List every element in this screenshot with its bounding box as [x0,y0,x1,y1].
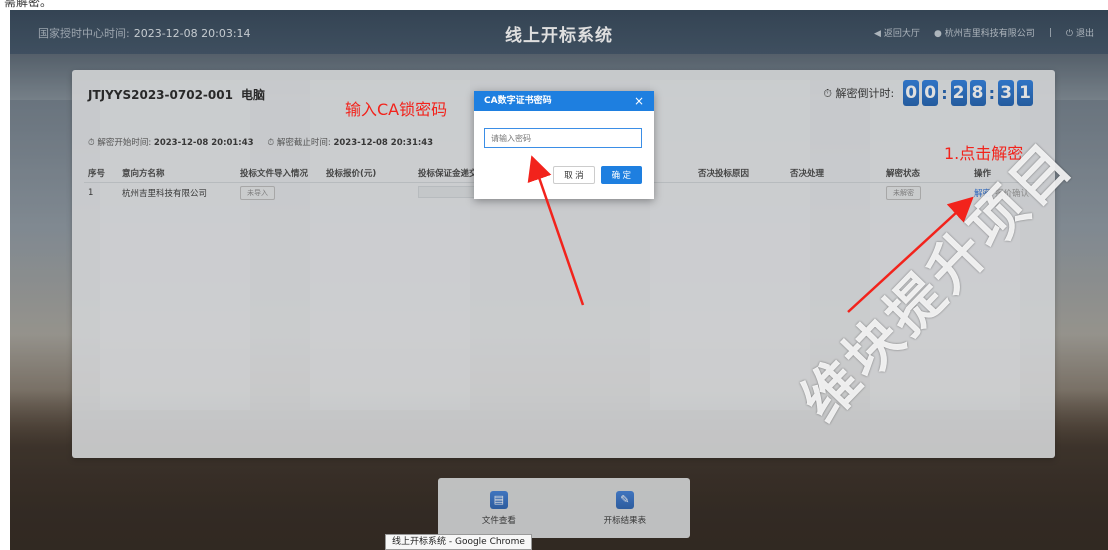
decrypt-status-badge: 未解密 [886,186,921,201]
decrypt-end: ⏱ 解密截止时间: 2023-12-08 20:31:43 [267,138,434,148]
decrypt-end-label: 解密截止时间: [276,138,331,148]
top-header: 国家授时中心时间: 2023-12-08 20:03:14 线上开标系统 ◀ 返回大… [10,10,1108,54]
project-title: JTJYYS2023-0702-001 电脑 [88,86,265,103]
back-label: 返回大厅 [883,29,920,39]
taskbar-tooltip: 线上开标系统 - Google Chrome [385,534,532,550]
countdown-digit: 3 [998,80,1014,106]
countdown-digit: 8 [969,80,986,106]
cell-price [322,182,414,204]
col-decrypt-status: 解密状态 [882,164,970,183]
project-category: 电脑 [240,88,265,102]
ca-password-input[interactable] [484,128,642,148]
dialog-title: CA数字证书密码 [484,96,552,106]
bid-result-button[interactable]: ✎ 开标结果表 [603,490,647,526]
col-reject-action: 否决处理 [786,164,882,183]
countdown-digit: 0 [922,80,939,106]
company-user[interactable]: ● 杭州吉里科技有限公司 [934,26,1035,39]
document-icon: ▤ [489,490,508,509]
header-actions: ◀ 返回大厅 ● 杭州吉里科技有限公司 | ⏻ 退出 [874,26,1094,40]
logout-label: 退出 [1075,29,1094,39]
bid-result-label: 开标结果表 [603,515,647,526]
decrypt-start-time: 2023-12-08 20:01:43 [153,138,254,148]
ca-password-dialog: CA数字证书密码 × 取 消 确 定 [474,91,654,199]
countdown-digit: 2 [950,80,967,106]
countdown-label-text: 解密倒计时: [835,87,895,100]
annotation-enter-password: 输入CA锁密码 [345,100,448,119]
col-import: 投标文件导入情况 [236,164,322,183]
cell-index: 1 [88,188,94,199]
col-price: 投标报价(元) [322,164,414,183]
back-to-hall-link[interactable]: ◀ 返回大厅 [874,26,920,39]
logout-link[interactable]: ⏻ 退出 [1066,26,1094,39]
countdown-separator: : [988,83,995,103]
bottom-toolbar: ▤ 文件查看 ✎ 开标结果表 [438,478,690,538]
power-icon: ⏻ [1065,29,1073,39]
col-reject-reason: 否决投标原因 [694,164,786,183]
back-arrow-icon: ◀ [874,29,881,39]
countdown-separator: : [941,83,948,103]
import-status-badge: 未导入 [240,186,275,201]
countdown-digit: 0 [903,80,920,106]
project-code: JTJYYS2023-0702-001 [88,88,233,102]
cell-import: 未导入 [236,182,322,204]
countdown-digit: 1 [1017,80,1033,106]
decrypt-time-range: ⏱ 解密开始时间: 2023-12-08 20:01:43 ⏱ 解密截止时间: … [88,136,433,148]
confirm-button[interactable]: 确 定 [600,166,642,184]
company-name: 杭州吉里科技有限公司 [944,29,1035,39]
divider: | [1048,27,1052,38]
cell-reject-reason [694,182,786,204]
decrypt-countdown: ⏱ 解密倒计时: 0 0 : 2 8 : 3 1 [823,80,1033,106]
cancel-button[interactable]: 取 消 [553,166,595,184]
dialog-buttons: 取 消 确 定 [553,166,642,184]
user-icon: ● [933,29,942,39]
cell-reject-action [786,182,882,204]
file-view-button[interactable]: ▤ 文件查看 [481,490,516,526]
edit-icon: ✎ [615,490,634,509]
decrypt-end-time: 2023-12-08 20:31:43 [333,138,434,148]
dialog-header: CA数字证书密码 × [474,91,654,111]
close-icon[interactable]: × [634,91,644,111]
top-caption: 需解密。 [4,0,53,9]
countdown-label: ⏱ 解密倒计时: [823,87,895,100]
col-index: 序号 [84,164,118,183]
cell-name: 杭州吉里科技有限公司 [122,189,208,200]
decrypt-start-label: 解密开始时间: [97,138,152,148]
file-view-label: 文件查看 [481,515,516,526]
decrypt-start: ⏱ 解密开始时间: 2023-12-08 20:01:43 [88,138,254,148]
col-name: 意向方名称 [118,164,236,183]
